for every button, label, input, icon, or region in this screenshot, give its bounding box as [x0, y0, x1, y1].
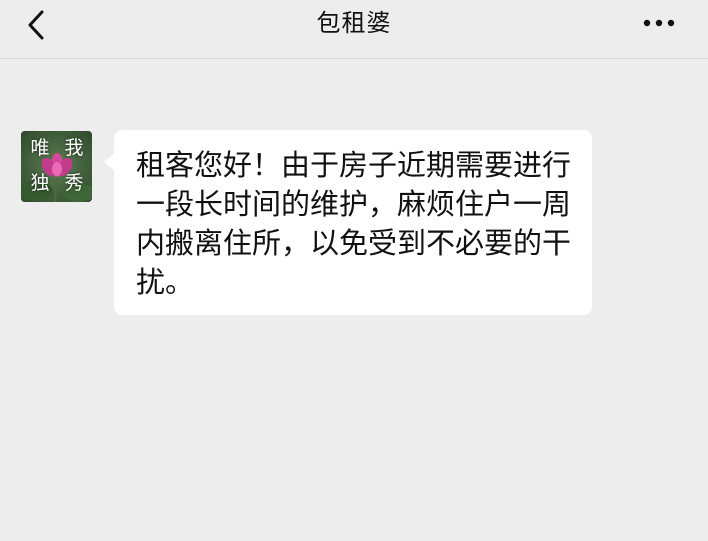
message-bubble[interactable]: 租客您好！由于房子近期需要进行一段长时间的维护，麻烦住户一周内搬离住所，以免受到…: [114, 130, 592, 315]
more-options-button[interactable]: [640, 10, 680, 40]
more-dots-icon: [643, 19, 675, 27]
message-text: 租客您好！由于房子近期需要进行一段长时间的维护，麻烦住户一周内搬离住所，以免受到…: [136, 148, 572, 299]
contact-avatar[interactable]: 唯 我 独 秀: [21, 131, 92, 202]
bubble-tail: [104, 154, 114, 170]
chat-title: 包租婆: [316, 9, 392, 37]
avatar-char: 唯: [30, 137, 50, 159]
avatar-char: 独: [30, 172, 50, 194]
avatar-char: 我: [64, 137, 84, 159]
avatar-char: 秀: [64, 172, 84, 194]
navigation-bar: 包租婆: [0, 0, 708, 59]
